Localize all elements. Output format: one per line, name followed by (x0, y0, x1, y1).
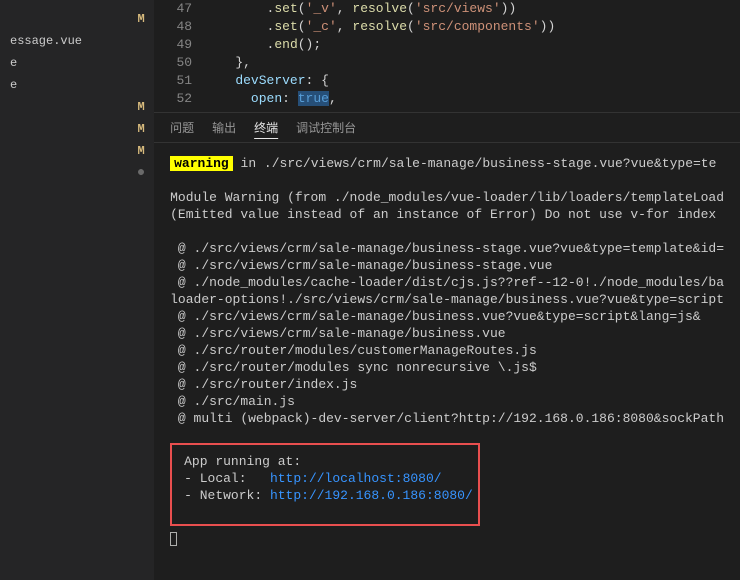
tab-debug-console[interactable]: 调试控制台 (296, 119, 356, 136)
file-item[interactable]: M (0, 118, 154, 140)
code-content[interactable]: .set('_v', resolve('src/views')) .set('_… (204, 0, 740, 112)
code-editor[interactable]: 47 48 49 50 51 52 .set('_v', resolve('sr… (154, 0, 740, 112)
tab-output[interactable]: 输出 (212, 119, 236, 136)
git-modified-indicator: M (128, 122, 154, 136)
local-url[interactable]: http://localhost:8080/ (270, 471, 442, 486)
file-item[interactable]: e (0, 52, 154, 74)
git-modified-indicator: M (128, 100, 154, 114)
app-running-title: App running at: (184, 453, 466, 470)
warning-badge: warning (170, 156, 233, 171)
git-modified-indicator: M (128, 144, 154, 158)
git-modified-indicator: M (128, 12, 154, 26)
file-item[interactable]: M (0, 140, 154, 162)
file-item[interactable]: M (0, 96, 154, 118)
file-item[interactable]: ● (0, 162, 154, 184)
highlight-box: App running at: - Local: http://localhos… (170, 443, 480, 526)
terminal-cursor (170, 532, 177, 546)
git-untracked-indicator: ● (128, 165, 154, 181)
network-url[interactable]: http://192.168.0.186:8080/ (270, 488, 473, 503)
tab-problems[interactable]: 问题 (170, 119, 194, 136)
file-explorer-sidebar: M essage.vue e e M M M ● (0, 0, 154, 580)
line-gutter: 47 48 49 50 51 52 (154, 0, 204, 112)
main-area: 47 48 49 50 51 52 .set('_v', resolve('sr… (154, 0, 740, 580)
file-item[interactable]: essage.vue (0, 30, 154, 52)
terminal-panel[interactable]: warning in ./src/views/crm/sale-manage/b… (154, 143, 740, 580)
file-item[interactable]: e (0, 74, 154, 96)
panel-tabs: 问题 输出 终端 调试控制台 (154, 112, 740, 143)
tab-terminal[interactable]: 终端 (254, 119, 278, 136)
file-item[interactable]: M (0, 8, 154, 30)
